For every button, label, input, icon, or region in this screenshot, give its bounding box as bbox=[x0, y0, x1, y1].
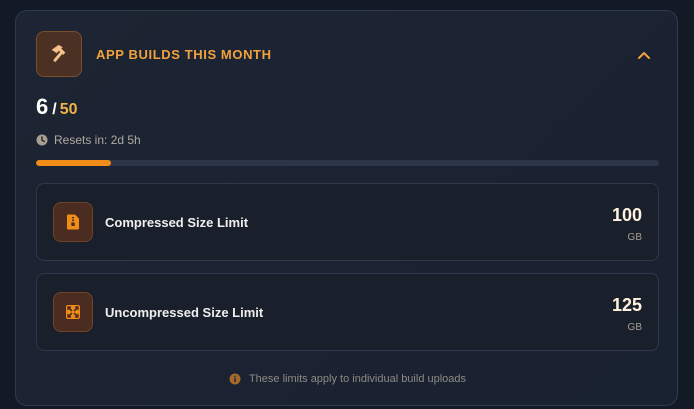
limit-unit: GB bbox=[627, 232, 642, 243]
limit-unit: GB bbox=[627, 322, 642, 333]
usage-progress-bar bbox=[36, 160, 659, 166]
limit-value: 100 bbox=[611, 205, 642, 225]
compressed-file-icon bbox=[53, 202, 93, 242]
clock-icon bbox=[36, 134, 48, 146]
builds-total: 50 bbox=[59, 101, 78, 118]
uncompressed-size-limit-row: Uncompressed Size Limit 125 GB bbox=[36, 273, 659, 351]
builds-used: 6 bbox=[36, 94, 49, 119]
limit-label: Uncompressed Size Limit bbox=[105, 305, 264, 320]
footer-text: These limits apply to individual build u… bbox=[248, 373, 467, 385]
expand-icon bbox=[53, 292, 93, 332]
info-icon bbox=[229, 373, 241, 385]
limit-label: Compressed Size Limit bbox=[105, 215, 249, 230]
footer-note: These limits apply to individual build u… bbox=[16, 373, 679, 385]
limit-value: 125 bbox=[611, 295, 642, 315]
reset-text: Resets in: 2d 5h bbox=[54, 133, 141, 147]
usage-progress-fill bbox=[36, 160, 111, 166]
compressed-size-limit-row: Compressed Size Limit 100 GB bbox=[36, 183, 659, 261]
build-count: 6/50 bbox=[36, 96, 78, 118]
reset-info: Resets in: 2d 5h bbox=[36, 133, 141, 147]
chevron-up-icon bbox=[638, 52, 650, 59]
collapse-button[interactable] bbox=[634, 45, 654, 65]
section-title: APP BUILDS THIS MONTH bbox=[96, 47, 272, 62]
app-builds-card: APP BUILDS THIS MONTH 6/50 Resets in: 2d… bbox=[15, 10, 678, 406]
hammer-icon bbox=[36, 31, 82, 77]
count-separator: / bbox=[52, 101, 57, 118]
